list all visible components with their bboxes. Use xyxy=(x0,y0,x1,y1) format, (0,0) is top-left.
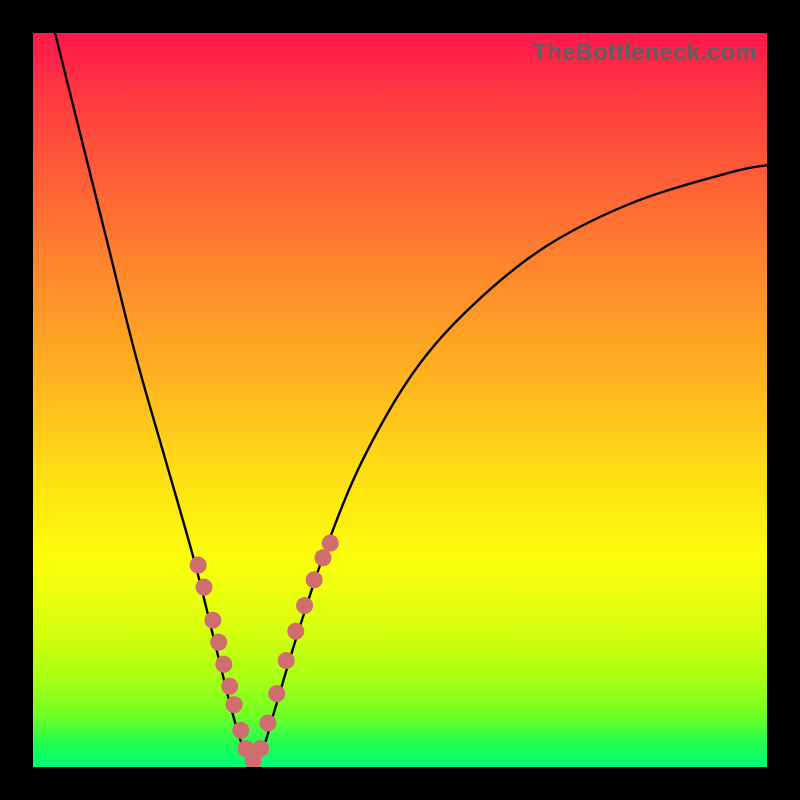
highlight-point xyxy=(268,685,285,702)
highlight-point xyxy=(210,634,227,651)
highlight-point xyxy=(322,535,339,552)
highlight-point xyxy=(226,696,243,713)
highlight-point xyxy=(204,612,221,629)
highlight-point xyxy=(287,623,304,640)
highlight-markers xyxy=(190,535,339,767)
bottleneck-curve xyxy=(55,33,767,763)
highlight-point xyxy=(278,652,295,669)
highlight-point xyxy=(196,579,213,596)
highlight-point xyxy=(306,571,323,588)
highlight-point xyxy=(259,714,276,731)
highlight-point xyxy=(252,740,269,757)
highlight-point xyxy=(296,597,313,614)
highlight-point xyxy=(190,557,207,574)
plot-area: TheBottleneck.com xyxy=(33,33,767,767)
highlight-point xyxy=(221,678,238,695)
highlight-point xyxy=(215,656,232,673)
chart-svg xyxy=(33,33,767,767)
highlight-point xyxy=(232,722,249,739)
highlight-point xyxy=(314,549,331,566)
chart-frame: TheBottleneck.com xyxy=(0,0,800,800)
